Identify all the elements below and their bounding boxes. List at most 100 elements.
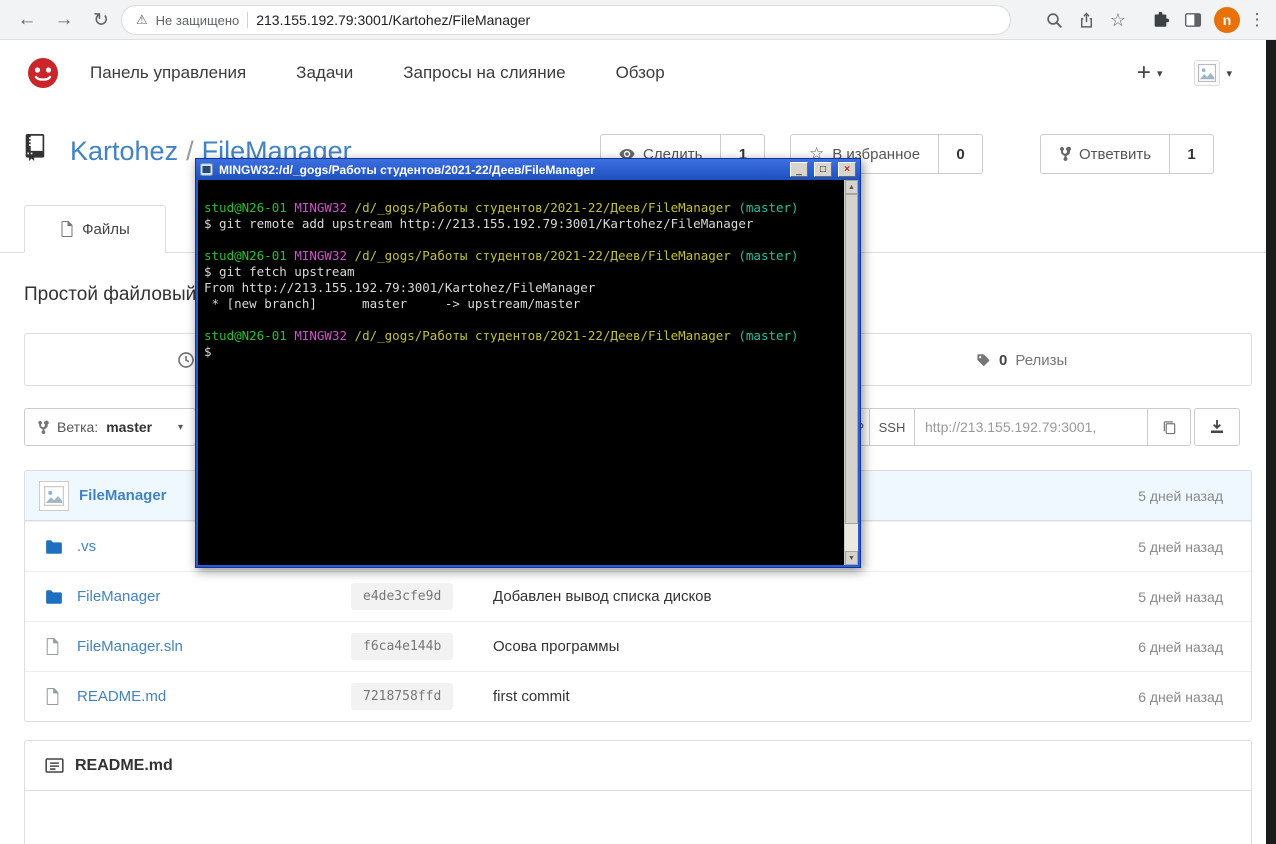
star-count[interactable]: 0 — [939, 134, 984, 174]
terminal-minimize-button[interactable]: _ — [790, 162, 808, 177]
security-label[interactable]: Не защищено — [156, 13, 240, 28]
releases-label: Релизы — [1015, 352, 1068, 369]
nav-issues[interactable]: Задачи — [296, 63, 353, 83]
commit-message[interactable]: Добавлен вывод списка дисков — [493, 588, 1073, 605]
scroll-up-icon[interactable]: ▲ — [845, 180, 858, 194]
commit-hash-cell: e4de3cfe9d — [335, 583, 475, 610]
tag-icon — [977, 353, 990, 366]
screen: ← → ↻ ⚠ Не защищено 213.155.192.79:3001/… — [0, 0, 1276, 844]
terminal-close-button[interactable]: × — [838, 162, 856, 177]
terminal-scrollbar[interactable]: ▲ ▼ — [844, 180, 858, 565]
gogs-menu: Панель управления Задачи Запросы на слия… — [90, 40, 665, 106]
branch-caret-icon: ▾ — [177, 421, 183, 433]
terminal-title: MINGW32:/d/_gogs/Работы студентов/2021-2… — [219, 162, 595, 177]
ssh-protocol-button[interactable]: SSH — [869, 408, 915, 446]
commit-author-avatar — [39, 480, 69, 511]
commit-author-link[interactable]: FileManager — [79, 487, 167, 504]
file-link[interactable]: README.md — [77, 688, 335, 705]
nav-dashboard[interactable]: Панель управления — [90, 63, 246, 83]
side-panel-icon[interactable] — [1176, 0, 1210, 40]
prompt-branch: (master) — [738, 200, 799, 215]
terminal-prompt-line: stud@N26-01 MINGW32 /d/_gogs/Работы студ… — [204, 328, 834, 344]
terminal-body[interactable]: stud@N26-01 MINGW32 /d/_gogs/Работы студ… — [196, 180, 860, 567]
table-row: FileManager.sln f6ca4e144b Осова програм… — [25, 621, 1251, 671]
commit-time: 5 дней назад — [1138, 588, 1223, 605]
fork-label: Ответвить — [1079, 145, 1152, 163]
profile-initial: n — [1214, 7, 1240, 33]
tab-files-label: Файлы — [82, 220, 130, 238]
gogs-logo[interactable] — [26, 56, 60, 90]
create-new-icon[interactable]: + — [1137, 59, 1151, 87]
fork-button-group: Ответвить 1 — [1040, 134, 1215, 174]
file-link[interactable]: FileManager.sln — [77, 638, 335, 655]
commits-stat[interactable] — [177, 351, 195, 369]
prompt-branch: (master) — [738, 328, 799, 343]
commit-time: 5 дней назад — [1138, 538, 1223, 555]
branch-label: Ветка: — [57, 419, 99, 435]
prompt-env: MINGW32 — [294, 200, 348, 215]
file-link[interactable]: FileManager — [77, 588, 335, 605]
reload-icon[interactable]: ↻ — [84, 3, 118, 37]
create-new-caret-icon[interactable]: ▾ — [1157, 67, 1163, 80]
scroll-down-icon[interactable]: ▼ — [845, 551, 858, 565]
commit-hash[interactable]: e4de3cfe9d — [351, 583, 454, 610]
gogs-navbar-right: + ▾ ▾ — [1137, 40, 1232, 106]
browser-profile-avatar[interactable]: n — [1210, 0, 1244, 40]
releases-stat[interactable]: 0 Релизы — [975, 334, 1067, 387]
commit-hash-cell: 7218758ffd — [335, 683, 475, 710]
prompt-branch: (master) — [738, 248, 799, 263]
user-menu-caret-icon[interactable]: ▾ — [1226, 67, 1232, 80]
prompt-env: MINGW32 — [294, 248, 348, 263]
readme-panel: README.md — [24, 740, 1252, 844]
tab-files[interactable]: Файлы — [24, 205, 166, 253]
nav-pull-requests[interactable]: Запросы на слияние — [403, 63, 565, 83]
zoom-icon[interactable] — [1038, 0, 1070, 40]
nav-explore[interactable]: Обзор — [616, 63, 665, 83]
repo-owner-link[interactable]: Kartohez — [70, 136, 178, 166]
commit-message[interactable]: Осова программы — [493, 638, 1073, 655]
terminal-window[interactable]: MINGW32:/d/_gogs/Работы студентов/2021-2… — [195, 158, 861, 568]
extensions-puzzle-icon[interactable] — [1144, 0, 1176, 40]
terminal-output: From http://213.155.192.79:3001/Kartohez… — [204, 280, 596, 295]
desktop-edge-strip — [1266, 40, 1276, 844]
folder-icon — [45, 539, 63, 555]
gogs-navbar: Панель управления Задачи Запросы на слия… — [0, 40, 1276, 106]
readme-list-icon — [45, 758, 64, 773]
prompt-path: /d/_gogs/Работы студентов/2021-22/Деев/F… — [354, 248, 731, 263]
user-avatar[interactable] — [1194, 60, 1221, 86]
terminal-prompt-line: stud@N26-01 MINGW32 /d/_gogs/Работы студ… — [204, 248, 834, 264]
not-secure-warning-icon: ⚠ — [136, 12, 148, 27]
url-text[interactable]: 213.155.192.79:3001/Kartohez/FileManager — [256, 12, 530, 28]
browser-actions: ☆ n ⋮ — [1038, 0, 1270, 40]
bookmark-star-icon[interactable]: ☆ — [1102, 0, 1134, 40]
copy-url-button[interactable] — [1147, 408, 1191, 446]
terminal-maximize-button[interactable]: □ — [814, 162, 832, 177]
commit-message[interactable]: first commit — [493, 688, 1073, 705]
repo-book-icon — [24, 132, 51, 168]
commit-time: 6 дней назад — [1138, 638, 1223, 655]
commit-hash-cell: f6ca4e144b — [335, 633, 475, 660]
browser-menu-icon[interactable]: ⋮ — [1244, 0, 1270, 40]
terminal-command: $ git fetch upstream — [204, 264, 355, 279]
scrollbar-thumb[interactable] — [845, 194, 858, 524]
download-icon — [1211, 420, 1223, 433]
commit-hash[interactable]: f6ca4e144b — [351, 633, 454, 660]
terminal-titlebar[interactable]: MINGW32:/d/_gogs/Работы студентов/2021-2… — [196, 159, 860, 180]
terminal-title-icon — [200, 163, 213, 176]
address-bar[interactable]: ⚠ Не защищено 213.155.192.79:3001/Kartoh… — [121, 5, 1011, 35]
share-icon[interactable] — [1070, 0, 1102, 40]
history-icon — [178, 352, 194, 368]
table-row: FileManager e4de3cfe9d Добавлен вывод сп… — [25, 571, 1251, 621]
download-button[interactable] — [1194, 408, 1240, 446]
file-icon — [45, 688, 63, 705]
back-icon[interactable]: ← — [10, 3, 44, 37]
branch-selector[interactable]: Ветка: master ▾ — [24, 408, 196, 446]
terminal-prompt-line: stud@N26-01 MINGW32 /d/_gogs/Работы студ… — [204, 200, 834, 216]
fork-button[interactable]: Ответвить — [1040, 134, 1171, 174]
branch-name: master — [106, 419, 153, 435]
fork-count[interactable]: 1 — [1170, 134, 1215, 174]
clone-url-input[interactable] — [914, 408, 1148, 446]
commit-hash[interactable]: 7218758ffd — [351, 683, 454, 710]
forward-icon[interactable]: → — [47, 3, 81, 37]
